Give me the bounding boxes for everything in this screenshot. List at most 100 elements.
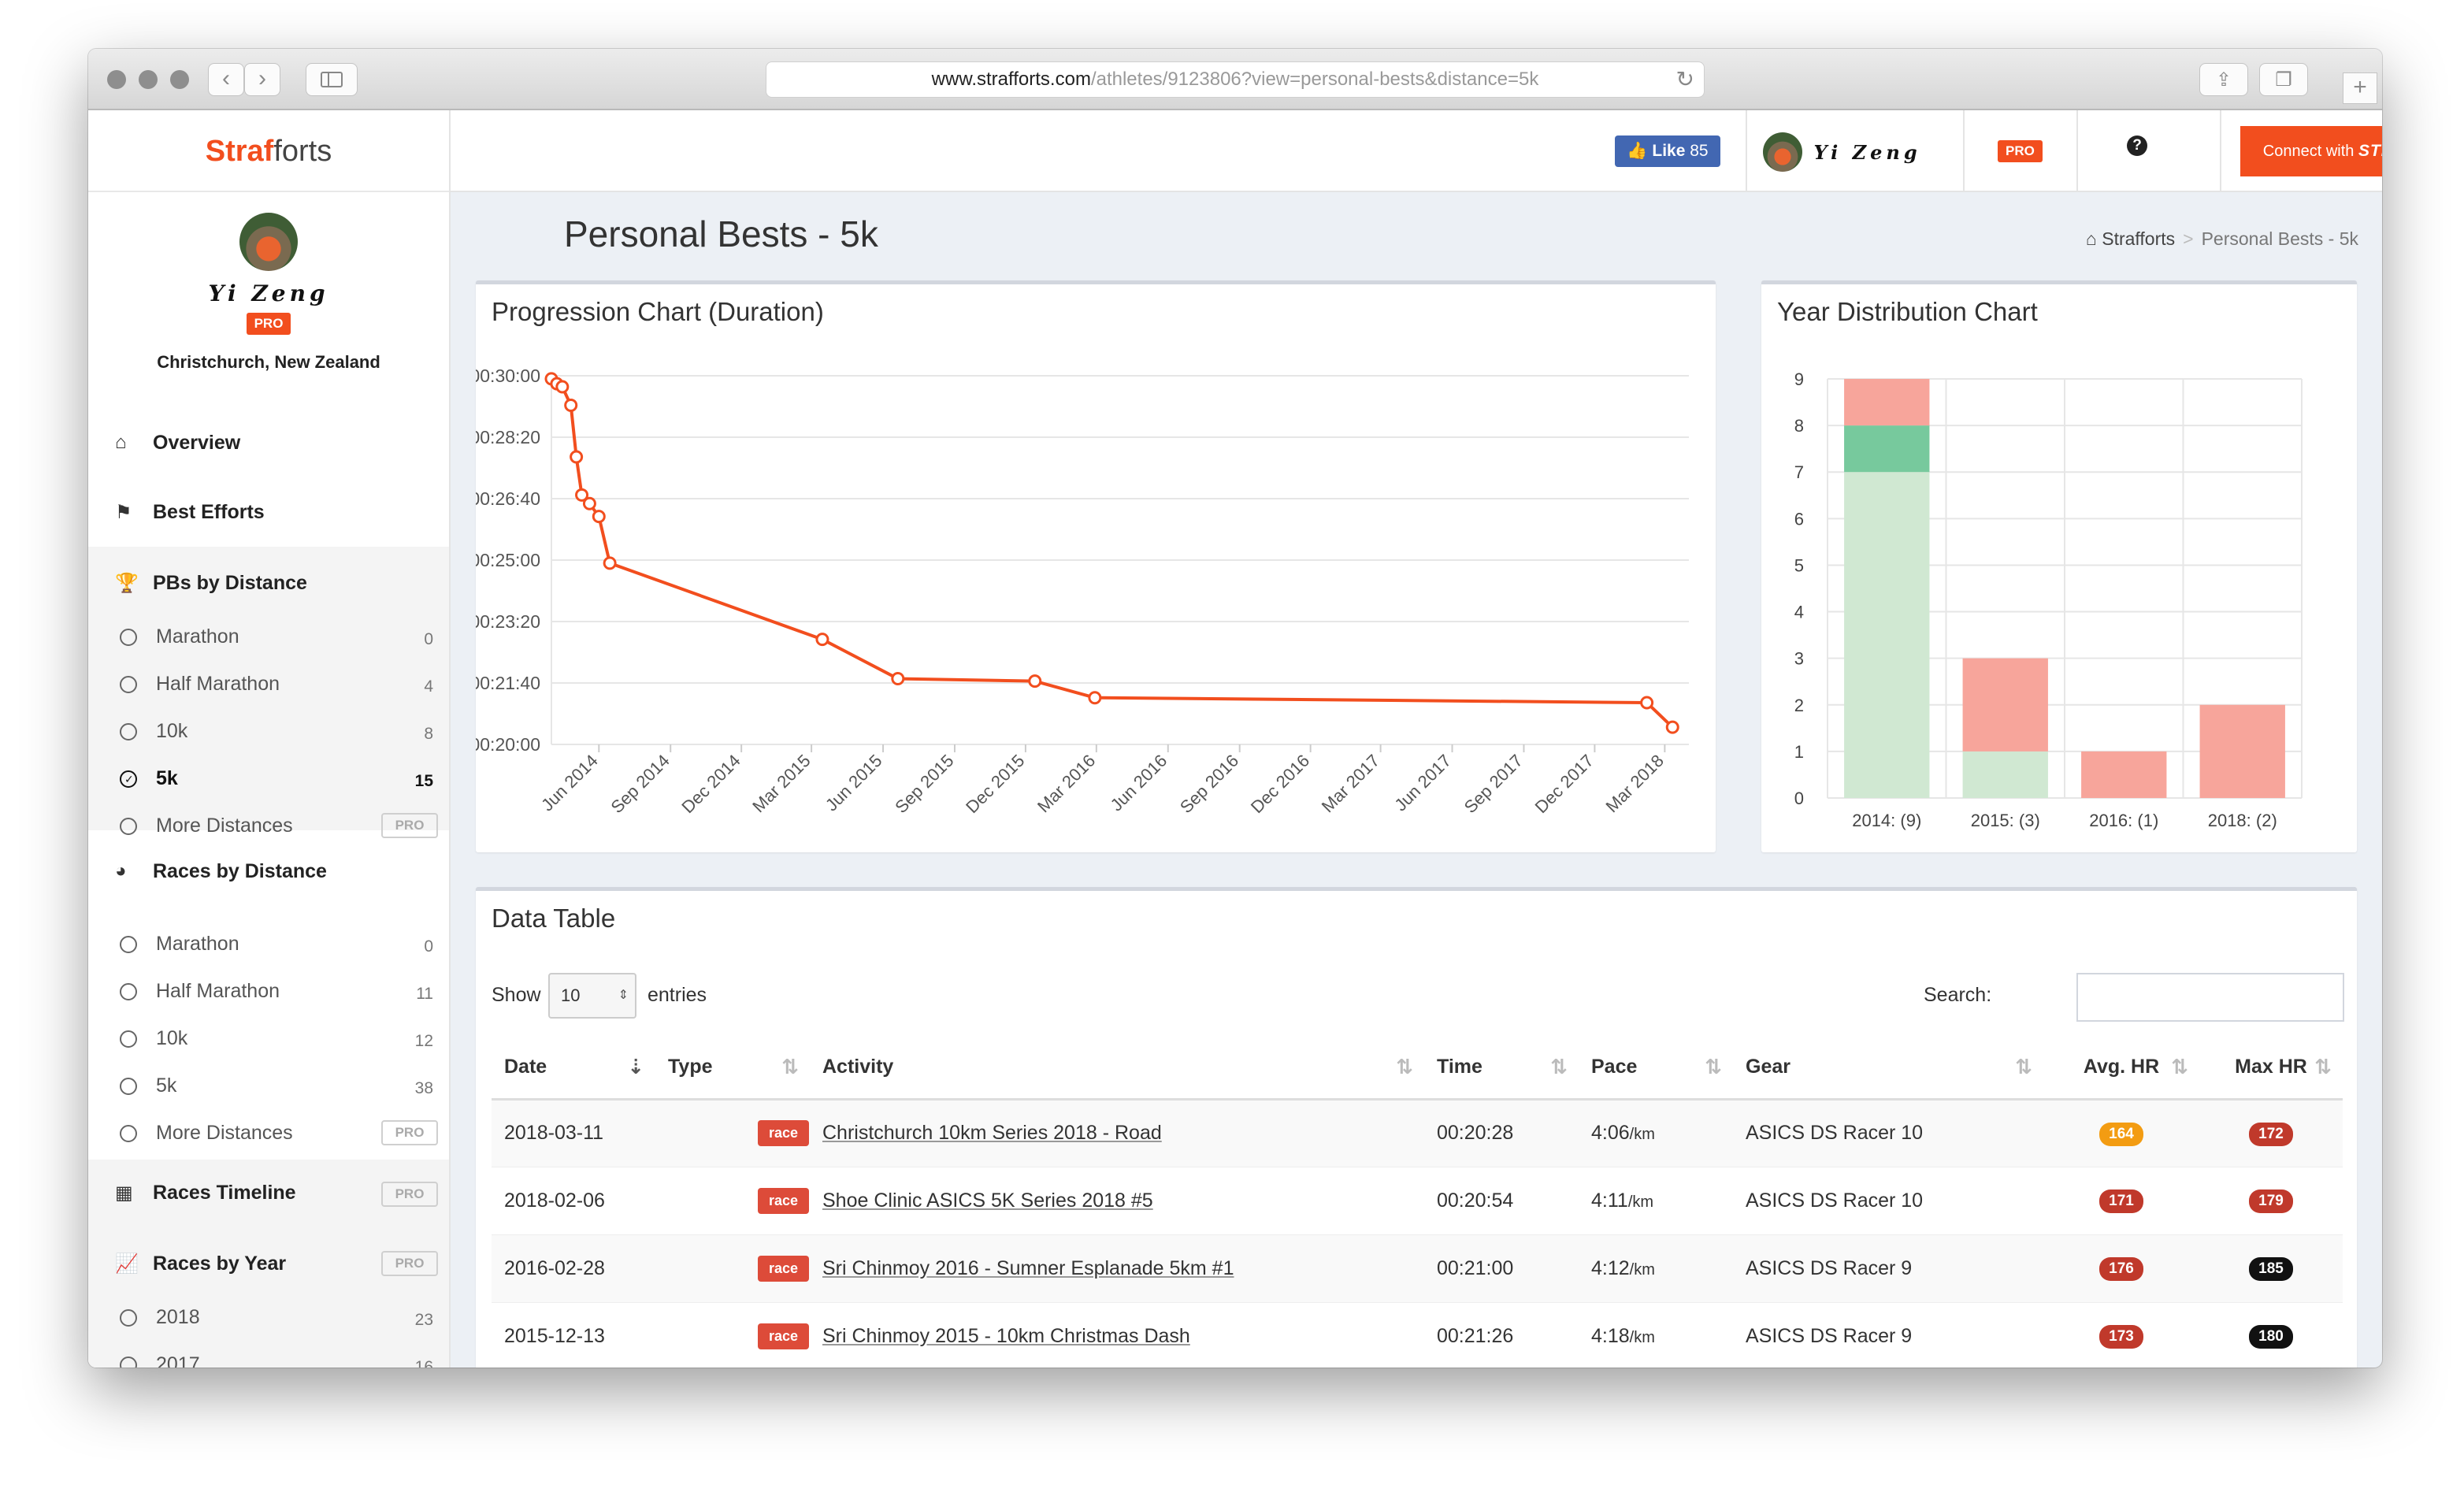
data-point: [592, 510, 606, 524]
sidebar-item-race-marathon[interactable]: Marathon 0: [88, 933, 449, 956]
y-tick-label: 6: [1794, 509, 1804, 529]
sidebar-item-label: Best Efforts: [153, 501, 265, 523]
y-tick-label: 5: [1794, 555, 1804, 575]
max-hr-badge: 172: [2249, 1122, 2293, 1146]
bar-segment: [1844, 472, 1930, 798]
sidebar-section-title[interactable]: PBs by Distance: [153, 572, 307, 595]
pro-badge: PRO: [1998, 140, 2043, 162]
table-header-row: Date ⇣ Type ⇅ Activity ⇅ Time ⇅ Pace ⇅ Gear ⇅ …: [492, 1036, 2343, 1100]
circle-icon: [120, 936, 137, 953]
calendar-icon: ▦: [115, 1182, 133, 1204]
data-point: [564, 398, 578, 412]
sidebar-item-label: 2018: [156, 1306, 200, 1328]
column-header-type[interactable]: Type ⇅: [655, 1036, 810, 1100]
column-header-pace[interactable]: Pace ⇅: [1579, 1036, 1733, 1100]
tabs-icon: ❐: [2275, 69, 2292, 91]
sidebar-item-label: 10k: [156, 720, 188, 742]
x-tick-label: Mar 2017: [1318, 751, 1383, 816]
user-menu[interactable]: Yi Zeng: [1763, 132, 1947, 172]
facebook-like-button[interactable]: 👍 Like 85: [1615, 135, 1720, 167]
sidebar-item-year-2018[interactable]: 2018 23: [88, 1306, 449, 1330]
pace-value: 4:12: [1591, 1256, 1630, 1279]
sidebar-item-year-2017[interactable]: 2017 16: [88, 1353, 449, 1368]
sidebar-item-best-efforts[interactable]: ⚑ Best Efforts: [88, 477, 449, 547]
pace-value: 4:06: [1591, 1122, 1630, 1144]
search-input[interactable]: [2076, 973, 2344, 1022]
avg-hr-badge: 176: [2099, 1257, 2143, 1281]
column-header-max-hr[interactable]: Max HR ⇅: [2199, 1036, 2343, 1100]
sidebar-item-pb-10k[interactable]: 10k 8: [88, 720, 449, 744]
y-tick-label: 2: [1794, 696, 1804, 715]
sort-icon: ⇅: [1396, 1055, 1413, 1078]
sidebar-item-race-more-distances[interactable]: More Distances PRO: [88, 1120, 449, 1145]
cell-gear: ASICS DS Racer 9: [1733, 1301, 2043, 1368]
sidebar-item-races-timeline[interactable]: ▦ Races Timeline PRO: [88, 1160, 449, 1229]
share-icon: ⇪: [2215, 69, 2232, 91]
sidebar-section-title[interactable]: Races by Distance: [153, 860, 327, 883]
new-tab-button[interactable]: +: [2343, 72, 2377, 104]
cell-max-hr: 179: [2199, 1166, 2343, 1234]
sidebar-item-pb-more-distances[interactable]: More Distances PRO: [88, 813, 449, 838]
column-header-gear[interactable]: Gear ⇅: [1733, 1036, 2043, 1100]
connect-strava-button[interactable]: Connect with STRAVA: [2240, 126, 2382, 176]
pace: 4:12/km: [1591, 1257, 1655, 1279]
logo[interactable]: Strafforts: [88, 110, 449, 192]
cell-date: 2015-12-13: [492, 1301, 655, 1368]
help-button[interactable]: ?: [2127, 135, 2147, 156]
minimize-window-button[interactable]: [139, 70, 158, 89]
share-button[interactable]: ⇪: [2199, 63, 2248, 96]
pro-badge: PRO: [381, 1182, 438, 1207]
trophy-icon: 🏆: [115, 573, 139, 594]
avg-hr-badge: 171: [2099, 1190, 2143, 1213]
column-header-activity[interactable]: Activity ⇅: [810, 1036, 1424, 1100]
table-row[interactable]: 2018-02-06 race Shoe Clinic ASICS 5K Serie…: [492, 1166, 2343, 1234]
address-bar[interactable]: www.strafforts.com/athletes/9123806?view…: [766, 61, 1705, 98]
reload-icon[interactable]: ↻: [1676, 62, 1694, 97]
x-tick-label: Dec 2015: [962, 751, 1028, 817]
sidebar-item-race-10k[interactable]: 10k 12: [88, 1027, 449, 1051]
cell-date: 2016-02-28: [492, 1234, 655, 1302]
zoom-window-button[interactable]: [170, 70, 189, 89]
cell-avg-hr: 164: [2043, 1098, 2199, 1167]
avatar[interactable]: [239, 213, 298, 271]
table-row[interactable]: 2018-03-11 race Christchurch 10km Series 2…: [492, 1098, 2343, 1167]
profile-location: Christchurch, New Zealand: [157, 352, 380, 372]
x-tick-label: Sep 2016: [1176, 751, 1242, 817]
sidebar-item-pb-5k[interactable]: ✓ 5k 15: [88, 767, 449, 791]
sidebar-item-label: More Distances: [156, 815, 293, 837]
pace-unit: /km: [1629, 1328, 1655, 1346]
sidebar-toggle-button[interactable]: [306, 63, 358, 96]
sidebar-item-overview[interactable]: ⌂ Overview: [88, 408, 449, 477]
entries-select[interactable]: 10 ⇕: [548, 973, 636, 1019]
pro-badge: PRO: [381, 813, 438, 838]
sort-desc-icon: ⇣: [627, 1055, 644, 1078]
sidebar-item-pb-marathon[interactable]: Marathon 0: [88, 625, 449, 649]
sidebar-section-title[interactable]: Races by Year: [153, 1253, 286, 1275]
cell-activity[interactable]: Sri Chinmoy 2015 - 10km Christmas Dash: [810, 1301, 1424, 1368]
close-window-button[interactable]: [107, 70, 126, 89]
bar-segment: [2081, 751, 2167, 798]
like-label: Like: [1652, 142, 1686, 160]
breadcrumb-home-link[interactable]: Strafforts: [2102, 228, 2175, 249]
sidebar-item-race-half-marathon[interactable]: Half Marathon 11: [88, 980, 449, 1004]
data-point: [1640, 696, 1654, 710]
sidebar-section-races-by-distance: ◕ Races by Distance: [88, 854, 449, 885]
profile-name: Yi Zeng: [208, 280, 329, 306]
cell-activity[interactable]: Christchurch 10km Series 2018 - Road: [810, 1098, 1424, 1167]
sidebar-item-pb-half-marathon[interactable]: Half Marathon 4: [88, 673, 449, 696]
cell-activity[interactable]: Sri Chinmoy 2016 - Sumner Esplanade 5km …: [810, 1234, 1424, 1302]
table-row[interactable]: 2016-02-28 race Sri Chinmoy 2016 - Sumner …: [492, 1234, 2343, 1302]
back-button[interactable]: ‹: [208, 63, 244, 96]
forward-button[interactable]: ›: [244, 63, 280, 96]
table-row[interactable]: 2015-12-13 race Sri Chinmoy 2015 - 10km Ch…: [492, 1301, 2343, 1368]
cell-activity[interactable]: Shoe Clinic ASICS 5K Series 2018 #5: [810, 1166, 1424, 1234]
column-header-date[interactable]: Date ⇣: [492, 1036, 655, 1100]
tabs-overview-button[interactable]: ❐: [2259, 63, 2308, 96]
column-header-avg-hr[interactable]: Avg. HR ⇅: [2043, 1036, 2199, 1100]
entries-label: entries: [648, 984, 707, 1006]
pro-badge: PRO: [246, 313, 291, 335]
sidebar-item-race-5k[interactable]: 5k 38: [88, 1074, 449, 1098]
sidebar-item-count: 0: [424, 937, 433, 956]
sidebar-item-count: 16: [414, 1358, 433, 1368]
column-header-time[interactable]: Time ⇅: [1424, 1036, 1579, 1100]
